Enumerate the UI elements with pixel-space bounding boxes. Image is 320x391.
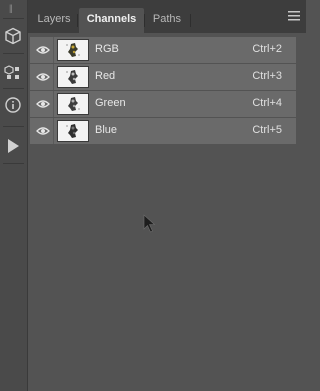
tool-strip: || bbox=[0, 0, 28, 391]
channel-thumbnail bbox=[57, 66, 89, 88]
channel-shortcut: Ctrl+5 bbox=[252, 124, 282, 136]
visibility-eye-icon[interactable] bbox=[36, 44, 50, 56]
channel-shortcut: Ctrl+3 bbox=[252, 70, 282, 82]
channel-row-rgb[interactable]: RGB Ctrl+2 bbox=[30, 37, 296, 63]
tab-layers[interactable]: Layers bbox=[32, 8, 76, 33]
row-divider bbox=[53, 64, 54, 90]
play-icon[interactable] bbox=[2, 135, 24, 157]
channel-thumbnail bbox=[57, 120, 89, 142]
swatches-icon[interactable] bbox=[2, 62, 24, 84]
channel-shortcut: Ctrl+4 bbox=[252, 97, 282, 109]
divider bbox=[3, 126, 24, 127]
mouse-cursor-icon bbox=[143, 214, 156, 233]
channel-name: Red bbox=[95, 70, 116, 82]
channel-list: RGB Ctrl+2 Red Ctrl+3 Green Ctrl+4 Blue … bbox=[30, 37, 296, 145]
tab-separator bbox=[77, 14, 78, 27]
tab-separator bbox=[190, 14, 191, 27]
channel-row-red[interactable]: Red Ctrl+3 bbox=[30, 64, 296, 90]
channel-row-blue[interactable]: Blue Ctrl+5 bbox=[30, 118, 296, 144]
row-divider bbox=[53, 91, 54, 117]
visibility-eye-icon[interactable] bbox=[36, 71, 50, 83]
channel-name: Green bbox=[95, 97, 126, 109]
channel-row-green[interactable]: Green Ctrl+4 bbox=[30, 91, 296, 117]
grip-handle[interactable]: || bbox=[9, 3, 13, 13]
visibility-eye-icon[interactable] bbox=[36, 125, 50, 137]
channel-name: RGB bbox=[95, 43, 119, 55]
channel-shortcut: Ctrl+2 bbox=[252, 43, 282, 55]
tab-paths[interactable]: Paths bbox=[144, 8, 190, 33]
channels-panel: Layers Channels Paths RGB Ctrl+2 Red Ctr… bbox=[28, 0, 306, 391]
divider bbox=[3, 88, 24, 89]
divider bbox=[3, 18, 24, 19]
channel-name: Blue bbox=[95, 124, 118, 136]
panel-menu-icon[interactable] bbox=[288, 11, 300, 21]
3d-cube-icon[interactable] bbox=[2, 25, 24, 47]
channel-thumbnail bbox=[57, 93, 89, 115]
divider bbox=[3, 163, 24, 164]
tab-channels[interactable]: Channels bbox=[79, 8, 144, 33]
visibility-eye-icon[interactable] bbox=[36, 98, 50, 110]
channel-thumbnail bbox=[57, 39, 89, 61]
info-icon[interactable] bbox=[2, 94, 24, 116]
row-divider bbox=[53, 37, 54, 63]
row-divider bbox=[53, 118, 54, 144]
divider bbox=[3, 53, 24, 54]
panel-tab-bar: Layers Channels Paths bbox=[28, 0, 306, 33]
